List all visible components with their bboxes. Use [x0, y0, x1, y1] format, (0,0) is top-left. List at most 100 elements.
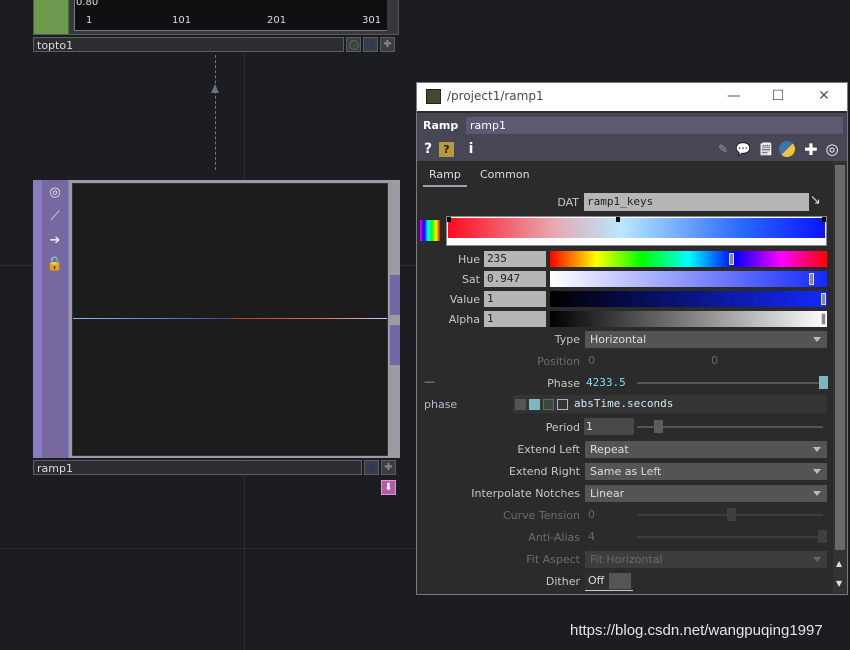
position-label: Position	[537, 355, 580, 368]
period-slider-thumb[interactable]	[654, 420, 663, 433]
param-scrollbar[interactable]: ▲ ▼	[833, 161, 847, 593]
ramp-key-marker[interactable]	[822, 217, 826, 222]
position-x-value: 0	[588, 354, 595, 367]
close-button[interactable]: ✕	[814, 86, 834, 106]
edit-icon[interactable]: ✎	[714, 140, 732, 158]
sat-field[interactable]: 0.947	[484, 271, 546, 287]
lock-icon[interactable]: 🔓	[43, 253, 67, 275]
ramp-name[interactable]: ramp1	[33, 460, 362, 475]
slider-thumb[interactable]	[808, 273, 814, 285]
dither-toggle[interactable]: Off	[585, 572, 633, 591]
dither-switch[interactable]	[609, 573, 631, 589]
bypass-flag[interactable]	[346, 37, 361, 52]
ramp-preview-line	[73, 318, 387, 319]
ramp-editor-icon[interactable]	[420, 220, 440, 241]
plus-icon: ✚	[383, 39, 392, 50]
extend-right-dropdown[interactable]: Same as Left	[585, 463, 827, 480]
fit-aspect-dropdown: Fit Horizontal	[585, 551, 827, 568]
period-slider-track[interactable]	[637, 426, 823, 428]
extend-left-dropdown[interactable]: Repeat	[585, 441, 827, 458]
sat-slider[interactable]	[550, 271, 827, 287]
arrow-right-icon[interactable]: ➔	[43, 229, 67, 251]
operator-type: Ramp	[423, 119, 459, 132]
slider-thumb[interactable]	[729, 253, 735, 265]
operator-name-field[interactable]: ramp1	[466, 117, 843, 134]
info-icon[interactable]: i	[462, 140, 480, 158]
scrollbar-thumb[interactable]	[835, 165, 845, 550]
hue-field[interactable]: 235	[484, 251, 546, 267]
parameter-window[interactable]: /project1/ramp1 — ☐ ✕ Ramp ramp1 ? ? i ✎…	[416, 82, 848, 595]
mode-expression-icon[interactable]	[529, 399, 540, 410]
cook-flag[interactable]: ⬇	[381, 480, 396, 495]
collapse-dash[interactable]: —	[424, 375, 435, 388]
slider-thumb[interactable]	[821, 313, 827, 325]
dither-value: Off	[588, 574, 605, 587]
viewer-flag[interactable]: ✚	[380, 37, 395, 52]
download-icon: ⬇	[384, 482, 393, 493]
phase-slider-thumb[interactable]	[819, 376, 828, 389]
period-label: Period	[545, 421, 580, 434]
tab-common[interactable]: Common	[474, 167, 536, 185]
scroll-down-icon[interactable]: ▼	[836, 579, 842, 588]
phase-expression[interactable]: absTime.seconds	[574, 397, 673, 410]
interp-label: Interpolate Notches	[471, 487, 580, 500]
value-slider[interactable]	[550, 291, 827, 307]
type-dropdown[interactable]: Horizontal	[585, 331, 827, 348]
lock-flag[interactable]	[363, 37, 378, 52]
phase-label: Phase	[547, 377, 580, 390]
grid-line	[0, 548, 416, 549]
dat-field[interactable]: ramp1_keys	[584, 193, 809, 211]
x-tick-label: 1	[86, 15, 93, 26]
slider-thumb[interactable]	[821, 293, 827, 305]
mode-constant-icon[interactable]	[515, 399, 526, 410]
anti-alias-label: Anti-Alias	[528, 531, 580, 544]
wire-arrow-icon	[211, 84, 219, 93]
python-icon[interactable]	[779, 141, 795, 157]
phase-slider-track[interactable]	[637, 382, 823, 384]
period-field[interactable]: 1	[584, 418, 634, 435]
dat-arrow-icon[interactable]: ↘	[810, 193, 821, 208]
x-tick-label: 101	[172, 15, 192, 26]
app-icon	[426, 89, 441, 104]
add-icon[interactable]: ✚	[802, 140, 820, 159]
topto-node[interactable]: 0.80 1 101 201 301 topto1 ✚	[33, 0, 400, 54]
output-connector[interactable]	[390, 275, 400, 315]
mode-bind-icon[interactable]	[557, 399, 568, 410]
phase-field[interactable]: 4233.5	[584, 375, 634, 391]
viewer-flag[interactable]: ✚	[381, 460, 396, 475]
graph-icon[interactable]: ⟋	[43, 205, 67, 227]
target-icon[interactable]: ◎	[823, 140, 841, 158]
lock-flag[interactable]	[364, 460, 379, 475]
help-icon[interactable]: ?	[419, 140, 437, 158]
output-connector[interactable]	[390, 325, 400, 365]
python-help-icon[interactable]: ?	[439, 142, 454, 157]
viewer-toggle-icon[interactable]: ◎	[43, 181, 67, 203]
minimize-button[interactable]: —	[724, 86, 744, 106]
bypass-dot-icon	[348, 39, 359, 50]
alpha-slider[interactable]	[550, 311, 827, 327]
alpha-field[interactable]: 1	[484, 311, 546, 327]
mode-export-icon[interactable]	[543, 399, 554, 410]
tab-ramp[interactable]: Ramp	[423, 167, 467, 187]
hue-slider[interactable]	[550, 251, 827, 267]
interp-dropdown[interactable]: Linear	[585, 485, 827, 502]
window-titlebar[interactable]: /project1/ramp1 — ☐ ✕	[417, 83, 847, 111]
comment-icon[interactable]: 💬	[734, 140, 752, 158]
ramp-key-marker[interactable]	[616, 217, 620, 222]
extend-right-value: Same as Left	[590, 465, 662, 478]
clipboard-icon[interactable]: 🗒	[757, 140, 775, 158]
maximize-button[interactable]: ☐	[768, 86, 788, 106]
ramp-key-marker[interactable]	[447, 217, 451, 222]
topto-name[interactable]: topto1	[33, 37, 344, 52]
chevron-down-icon	[813, 491, 821, 496]
curve-tension-label: Curve Tension	[502, 509, 580, 522]
ramp-gradient-editor[interactable]	[446, 216, 827, 246]
lock-dot-icon	[367, 463, 376, 472]
ramp-viewer[interactable]	[72, 183, 388, 456]
value-field[interactable]: 1	[484, 291, 546, 307]
hue-label: Hue	[457, 253, 480, 266]
topto-color-strip	[34, 0, 69, 34]
node-wire[interactable]	[215, 55, 216, 170]
phase-expr-name: phase	[424, 398, 458, 411]
scroll-up-icon[interactable]: ▲	[836, 559, 842, 568]
